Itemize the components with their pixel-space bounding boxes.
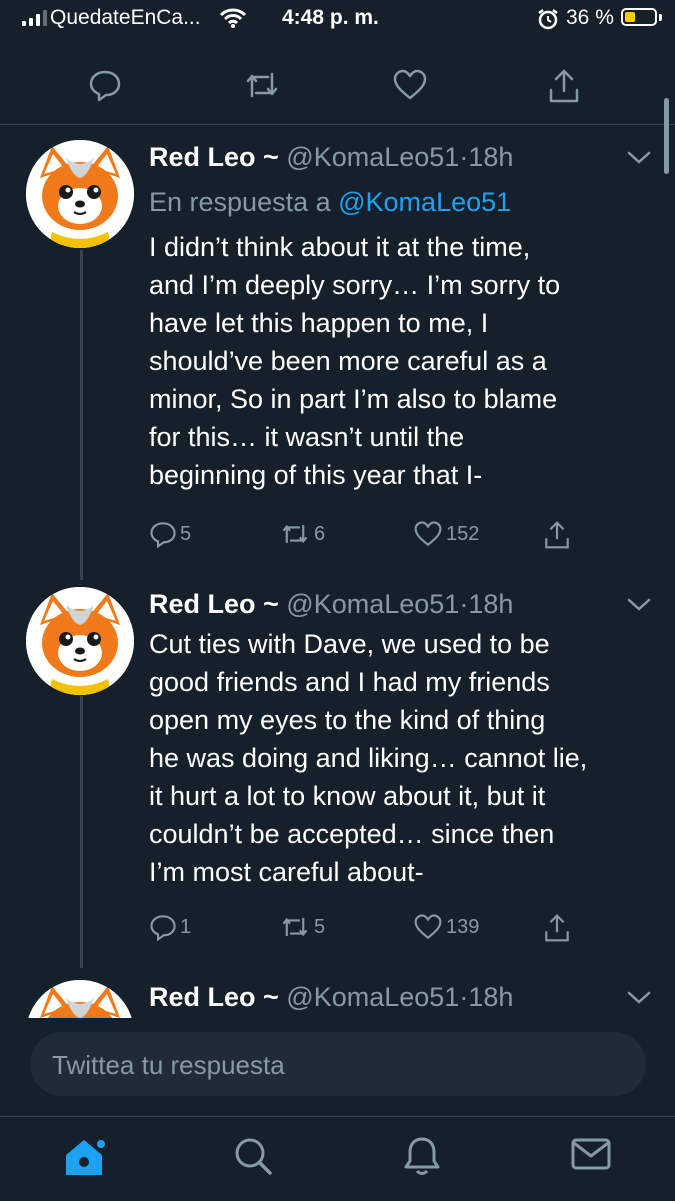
tweet-text-line: he was doing and liking… cannot lie, [149, 743, 588, 773]
share-icon [543, 913, 571, 943]
tweet-text-line: Cut ties with Dave, we used to be [149, 629, 550, 659]
share-icon [543, 520, 571, 550]
like-icon [413, 520, 443, 548]
tweet-text-line: it hurt a lot to know about it, but it [149, 781, 546, 811]
reply-button[interactable]: 1 [149, 913, 191, 941]
share-button[interactable] [543, 913, 571, 943]
tweet[interactable]: Red Leo ~ @KomaLeo51·18h [0, 970, 675, 1018]
like-icon[interactable] [392, 68, 428, 102]
reply-mention-link[interactable]: @KomaLeo51 [338, 187, 511, 217]
like-count: 139 [446, 915, 480, 938]
retweet-button[interactable]: 5 [279, 913, 325, 941]
retweet-icon [279, 913, 311, 941]
tweet-actions: 1 5 139 [149, 913, 589, 945]
reply-icon [149, 913, 177, 941]
like-button[interactable]: 152 [413, 520, 479, 548]
tweet-time: ·18h [459, 589, 514, 619]
tab-bar [0, 1116, 675, 1201]
tweet-text: Cut ties with Dave, we used to be good f… [149, 625, 654, 891]
share-button[interactable] [543, 520, 571, 550]
retweet-icon [279, 520, 311, 548]
retweet-count: 5 [314, 915, 326, 938]
reply-button[interactable]: 5 [149, 520, 191, 548]
divider [0, 124, 675, 125]
tweet-text-line: good friends and I had my friends [149, 667, 550, 697]
avatar[interactable] [26, 140, 134, 248]
tweet-text: I didn’t think about it at the time, and… [149, 228, 654, 494]
tweet[interactable]: Red Leo ~ @KomaLeo51·18h En respuesta a … [0, 130, 675, 570]
tweet-text-line: couldn’t be accepted… since then [149, 819, 555, 849]
tweet-text-line: should’ve been more careful as a [149, 346, 547, 376]
battery-level [625, 12, 635, 22]
tweet-text-line: and I’m deeply sorry… I’m sorry to [149, 270, 561, 300]
home-icon[interactable] [62, 1135, 106, 1179]
reply-prefix: En respuesta a [149, 187, 339, 217]
tweet-text-line: have let this happen to me, I [149, 308, 489, 338]
tweet[interactable]: Red Leo ~ @KomaLeo51·18h Cut ties with D… [0, 577, 675, 957]
tweet-text-line: I’m most careful about- [149, 857, 424, 887]
author-name[interactable]: Red Leo ~ [149, 142, 279, 172]
tweet-actions: 5 6 152 [149, 520, 589, 552]
chevron-down-icon[interactable] [626, 990, 652, 1006]
clock-time: 4:48 p. m. [282, 6, 379, 29]
tweet-text-line: minor, So in part I’m also to blame [149, 384, 558, 414]
tweet-time: ·18h [459, 982, 514, 1012]
messages-icon[interactable] [570, 1135, 612, 1173]
chevron-down-icon[interactable] [626, 597, 652, 613]
author-name[interactable]: Red Leo ~ [149, 589, 279, 619]
author-handle[interactable]: @KomaLeo51 [286, 982, 459, 1012]
retweet-button[interactable]: 6 [279, 520, 325, 548]
search-icon[interactable] [232, 1135, 274, 1177]
reply-count: 5 [180, 522, 192, 545]
signal-icon [22, 10, 47, 26]
author-handle[interactable]: @KomaLeo51 [286, 142, 459, 172]
reply-context: En respuesta a @KomaLeo51 [149, 187, 511, 218]
author-handle[interactable]: @KomaLeo51 [286, 589, 459, 619]
notifications-icon[interactable] [402, 1135, 442, 1177]
tweet-text-line: open my eyes to the kind of thing [149, 705, 546, 735]
battery-tip [659, 14, 662, 21]
tweet-text-line: I didn’t think about it at the time, [149, 232, 531, 262]
reply-count: 1 [180, 915, 192, 938]
tweet-text-line: beginning of this year that I- [149, 460, 483, 490]
retweet-icon[interactable] [244, 68, 280, 102]
status-bar: QuedateEnCa... 4:48 p. m. 36 % [0, 0, 675, 40]
tweet-header: Red Leo ~ @KomaLeo51·18h [149, 589, 513, 620]
avatar[interactable] [26, 587, 134, 695]
alarm-icon [537, 8, 559, 30]
share-icon[interactable] [547, 68, 581, 104]
reply-input-placeholder: Twittea tu respuesta [52, 1050, 285, 1080]
tweet-header: Red Leo ~ @KomaLeo51·18h [149, 982, 513, 1013]
chevron-down-icon[interactable] [626, 150, 652, 166]
like-button[interactable]: 139 [413, 913, 479, 941]
reply-icon[interactable] [88, 68, 122, 102]
retweet-count: 6 [314, 522, 326, 545]
avatar[interactable] [26, 980, 134, 1018]
previous-tweet-actions [0, 60, 675, 120]
like-count: 152 [446, 522, 480, 545]
wifi-icon [220, 8, 246, 28]
carrier-name: QuedateEnCa... [50, 6, 201, 29]
like-icon [413, 913, 443, 941]
reply-input[interactable]: Twittea tu respuesta [30, 1032, 646, 1096]
battery-percent: 36 % [566, 6, 614, 29]
battery-icon [621, 8, 657, 26]
tweet-header: Red Leo ~ @KomaLeo51·18h [149, 142, 513, 173]
author-name[interactable]: Red Leo ~ [149, 982, 279, 1012]
reply-icon [149, 520, 177, 548]
reply-composer-bar: Twittea tu respuesta [0, 1018, 675, 1116]
tweet-time: ·18h [459, 142, 514, 172]
tweet-text-line: for this… it wasn’t until the [149, 422, 465, 452]
